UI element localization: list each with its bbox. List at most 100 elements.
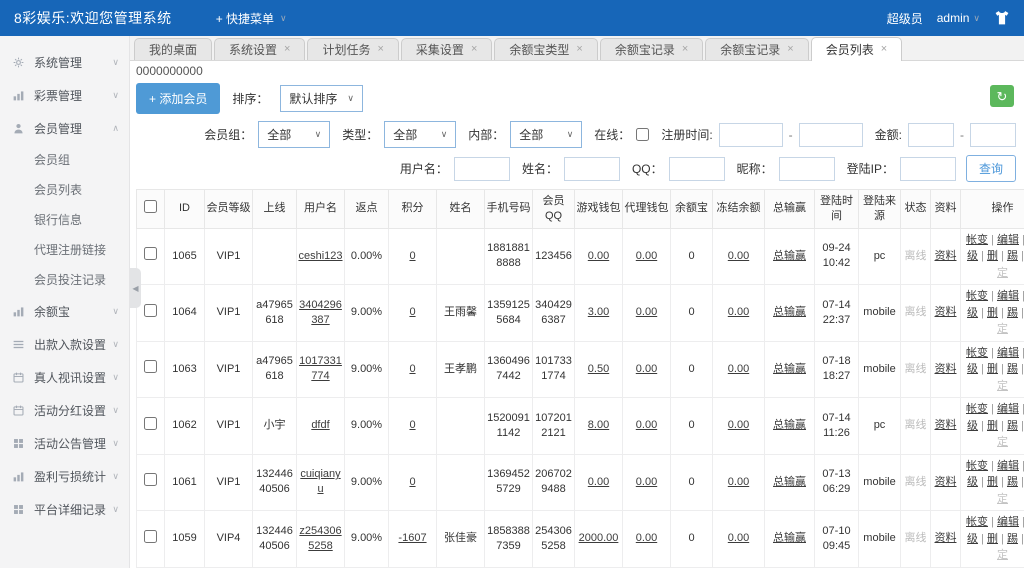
sidebar-collapse-handle[interactable]: ◀ xyxy=(130,268,141,308)
row-checkbox[interactable] xyxy=(144,304,157,317)
tab-余额宝记录[interactable]: 余额宝记录× xyxy=(705,38,808,60)
reg-time-start-input[interactable] xyxy=(719,123,783,147)
type-select[interactable]: 全部 ∨ xyxy=(384,121,456,148)
add-member-button[interactable]: + 添加会员 xyxy=(136,83,220,114)
cell-agent-wallet-link[interactable]: 0.00 xyxy=(636,250,657,262)
op-帐变-link[interactable]: 帐变 xyxy=(966,516,988,528)
cell-points-link[interactable]: 0 xyxy=(409,419,415,431)
op-编辑-link[interactable]: 编辑 xyxy=(997,347,1019,359)
cell-agent-wallet-link[interactable]: 0.00 xyxy=(636,476,657,488)
cell-points-link[interactable]: 0 xyxy=(409,306,415,318)
sidebar-item-出款入款设置[interactable]: 出款入款设置∨ xyxy=(0,328,129,361)
cell-profile-link[interactable]: 资料 xyxy=(935,250,957,262)
op-帐变-link[interactable]: 帐变 xyxy=(966,403,988,415)
cell-total-winloss-link[interactable]: 总输赢 xyxy=(773,250,806,262)
op-帐变-link[interactable]: 帐变 xyxy=(966,460,988,472)
cell-frozen-link[interactable]: 0.00 xyxy=(728,532,749,544)
cell-game-wallet-link[interactable]: 0.00 xyxy=(588,250,609,262)
cell-total-winloss-link[interactable]: 总输赢 xyxy=(773,419,806,431)
tab-计划任务[interactable]: 计划任务× xyxy=(307,38,398,60)
op-编辑-link[interactable]: 编辑 xyxy=(997,516,1019,528)
internal-select[interactable]: 全部 ∨ xyxy=(510,121,582,148)
cell-username-link[interactable]: dfdf xyxy=(311,419,329,431)
sidebar-item-活动分红设置[interactable]: 活动分红设置∨ xyxy=(0,394,129,427)
cell-frozen-link[interactable]: 0.00 xyxy=(728,250,749,262)
nick-input[interactable] xyxy=(779,157,835,181)
refresh-green-button[interactable]: ↻ xyxy=(990,85,1014,107)
cell-username-link[interactable]: cuiqianyu xyxy=(300,468,340,495)
cell-profile-link[interactable]: 资料 xyxy=(935,532,957,544)
sidebar-item-余额宝[interactable]: 余额宝∨ xyxy=(0,295,129,328)
cell-total-winloss-link[interactable]: 总输赢 xyxy=(773,532,806,544)
sort-select[interactable]: 默认排序 ∨ xyxy=(280,85,363,112)
sidebar-item-活动公告管理[interactable]: 活动公告管理∨ xyxy=(0,427,129,460)
user-menu[interactable]: admin ∨ xyxy=(937,11,980,25)
op-踢-link[interactable]: 踢 xyxy=(1007,307,1018,319)
sidebar-subitem-会员组[interactable]: 会员组 xyxy=(0,145,129,175)
tab-close-icon[interactable]: × xyxy=(682,44,688,55)
cell-username-link[interactable]: z2543065258 xyxy=(299,525,341,552)
sidebar-subitem-银行信息[interactable]: 银行信息 xyxy=(0,205,129,235)
tab-余额宝类型[interactable]: 余额宝类型× xyxy=(494,38,597,60)
online-checkbox[interactable] xyxy=(636,128,649,141)
row-checkbox[interactable] xyxy=(144,530,157,543)
cell-points-link[interactable]: -1607 xyxy=(398,532,426,544)
cell-game-wallet-link[interactable]: 8.00 xyxy=(588,419,609,431)
cell-total-winloss-link[interactable]: 总输赢 xyxy=(773,363,806,375)
op-删-link[interactable]: 删 xyxy=(987,363,998,375)
tab-close-icon[interactable]: × xyxy=(881,44,887,55)
tab-我的桌面[interactable]: 我的桌面 xyxy=(134,38,212,60)
theme-shirt-icon[interactable] xyxy=(994,10,1010,26)
tab-close-icon[interactable]: × xyxy=(787,44,793,55)
username-input[interactable] xyxy=(454,157,510,181)
cell-agent-wallet-link[interactable]: 0.00 xyxy=(636,306,657,318)
op-编辑-link[interactable]: 编辑 xyxy=(997,460,1019,472)
sidebar-item-盈利亏损统计[interactable]: 盈利亏损统计∨ xyxy=(0,460,129,493)
login-ip-input[interactable] xyxy=(900,157,956,181)
op-踢-link[interactable]: 踢 xyxy=(1007,250,1018,262)
sidebar-item-彩票管理[interactable]: 彩票管理∨ xyxy=(0,79,129,112)
row-checkbox[interactable] xyxy=(144,417,157,430)
amount-max-input[interactable] xyxy=(970,123,1016,147)
select-all-checkbox[interactable] xyxy=(144,200,157,213)
op-帐变-link[interactable]: 帐变 xyxy=(966,347,988,359)
cell-username-link[interactable]: 3404296387 xyxy=(299,299,342,326)
op-帐变-link[interactable]: 帐变 xyxy=(966,290,988,302)
query-button[interactable]: 查询 xyxy=(966,155,1016,182)
sidebar-subitem-会员列表[interactable]: 会员列表 xyxy=(0,175,129,205)
cell-username-link[interactable]: 1017331774 xyxy=(299,355,342,382)
cell-profile-link[interactable]: 资料 xyxy=(935,363,957,375)
cell-game-wallet-link[interactable]: 0.50 xyxy=(588,363,609,375)
op-删-link[interactable]: 删 xyxy=(987,250,998,262)
cell-agent-wallet-link[interactable]: 0.00 xyxy=(636,363,657,375)
quick-menu-button[interactable]: + 快捷菜单 ∨ xyxy=(204,0,299,36)
cell-profile-link[interactable]: 资料 xyxy=(935,419,957,431)
op-删-link[interactable]: 删 xyxy=(987,307,998,319)
cell-frozen-link[interactable]: 0.00 xyxy=(728,419,749,431)
row-checkbox[interactable] xyxy=(144,247,157,260)
sidebar-subitem-代理注册链接[interactable]: 代理注册链接 xyxy=(0,235,129,265)
cell-username-link[interactable]: ceshi123 xyxy=(298,250,342,262)
cell-game-wallet-link[interactable]: 2000.00 xyxy=(579,532,619,544)
row-checkbox[interactable] xyxy=(144,360,157,373)
cell-agent-wallet-link[interactable]: 0.00 xyxy=(636,532,657,544)
cell-agent-wallet-link[interactable]: 0.00 xyxy=(636,419,657,431)
row-checkbox[interactable] xyxy=(144,473,157,486)
op-踢-link[interactable]: 踢 xyxy=(1007,533,1018,545)
cell-game-wallet-link[interactable]: 0.00 xyxy=(588,476,609,488)
op-编辑-link[interactable]: 编辑 xyxy=(997,290,1019,302)
op-编辑-link[interactable]: 编辑 xyxy=(997,234,1019,246)
sidebar-item-真人视讯设置[interactable]: 真人视讯设置∨ xyxy=(0,361,129,394)
cell-total-winloss-link[interactable]: 总输赢 xyxy=(773,476,806,488)
op-删-link[interactable]: 删 xyxy=(987,476,998,488)
tab-会员列表[interactable]: 会员列表× xyxy=(811,37,902,61)
sidebar-subitem-会员投注记录[interactable]: 会员投注记录 xyxy=(0,265,129,295)
cell-frozen-link[interactable]: 0.00 xyxy=(728,306,749,318)
op-删-link[interactable]: 删 xyxy=(987,533,998,545)
op-编辑-link[interactable]: 编辑 xyxy=(997,403,1019,415)
tab-close-icon[interactable]: × xyxy=(471,44,477,55)
cell-game-wallet-link[interactable]: 3.00 xyxy=(588,306,609,318)
cell-frozen-link[interactable]: 0.00 xyxy=(728,363,749,375)
tab-close-icon[interactable]: × xyxy=(377,44,383,55)
qq-input[interactable] xyxy=(669,157,725,181)
